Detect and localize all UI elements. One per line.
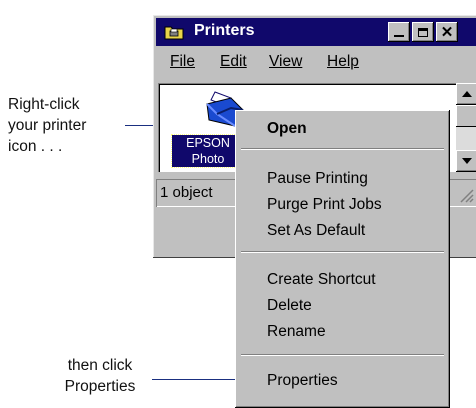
maximize-icon	[418, 27, 428, 37]
vertical-scrollbar[interactable]	[456, 83, 476, 172]
close-button[interactable]: ✕	[436, 22, 458, 42]
menu-item-label: Rename	[267, 323, 326, 340]
menu-item-label: Properties	[267, 372, 338, 389]
printer-label-line: Photo	[191, 152, 225, 166]
title-bar[interactable]: Printers ✕	[156, 18, 476, 46]
menu-item-label: Create Shortcut	[267, 271, 376, 288]
menu-item-set-as-default[interactable]: Set As Default	[235, 218, 450, 244]
arrow-up-icon	[462, 91, 472, 97]
minimize-button[interactable]	[388, 22, 410, 42]
menu-help-label: Help	[327, 53, 359, 70]
callout-line: Properties	[64, 378, 136, 395]
maximize-button[interactable]	[412, 22, 434, 42]
minimize-icon	[394, 35, 404, 37]
scroll-down-button[interactable]	[456, 150, 476, 172]
menu-item-label: Pause Printing	[267, 170, 368, 187]
menu-item-label: Open	[267, 120, 307, 137]
status-text: 1 object	[160, 184, 213, 201]
scroll-up-button[interactable]	[456, 83, 476, 105]
menu-item-create-shortcut[interactable]: Create Shortcut	[235, 267, 450, 293]
menu-view[interactable]: View	[269, 53, 302, 71]
menu-item-label: Set As Default	[267, 222, 366, 239]
menu-item-properties[interactable]: Properties	[235, 368, 450, 394]
menu-item-pause-printing[interactable]: Pause Printing	[235, 166, 450, 192]
menu-item-label: Purge Print Jobs	[267, 196, 382, 213]
printers-folder-icon	[164, 24, 184, 40]
printer-label-line: EPSON	[186, 136, 230, 150]
menu-item-delete[interactable]: Delete	[235, 293, 450, 319]
arrow-down-icon	[462, 158, 472, 164]
callout-line: Right-click	[8, 96, 80, 113]
menu-separator	[241, 251, 444, 253]
menu-separator	[241, 148, 444, 150]
menu-file[interactable]: File	[170, 53, 195, 71]
menu-item-label: Delete	[267, 297, 312, 314]
menu-item-rename[interactable]: Rename	[235, 319, 450, 345]
menu-edit-label: Edit	[220, 53, 247, 70]
context-menu: Open Pause Printing Purge Print Jobs Set…	[235, 110, 450, 408]
printer-label[interactable]: EPSON Photo	[171, 134, 245, 168]
menu-edit[interactable]: Edit	[220, 53, 247, 71]
menu-separator	[241, 354, 444, 356]
leader-line	[152, 379, 242, 380]
window-title: Printers	[194, 22, 255, 39]
menu-item-purge-print-jobs[interactable]: Purge Print Jobs	[235, 192, 450, 218]
menu-file-label: File	[170, 53, 195, 70]
menu-help[interactable]: Help	[327, 53, 359, 71]
callout-then-click: then click Properties	[35, 355, 165, 397]
callout-line: then click	[67, 357, 133, 374]
resize-grip-icon[interactable]	[458, 187, 474, 203]
menu-view-label: View	[269, 53, 303, 70]
callout-line: icon . . .	[8, 138, 63, 155]
close-icon: ✕	[440, 23, 454, 41]
menu-bar: File Edit View Help	[156, 50, 476, 74]
menu-item-open[interactable]: Open	[235, 116, 450, 142]
scroll-thumb[interactable]	[456, 105, 476, 127]
